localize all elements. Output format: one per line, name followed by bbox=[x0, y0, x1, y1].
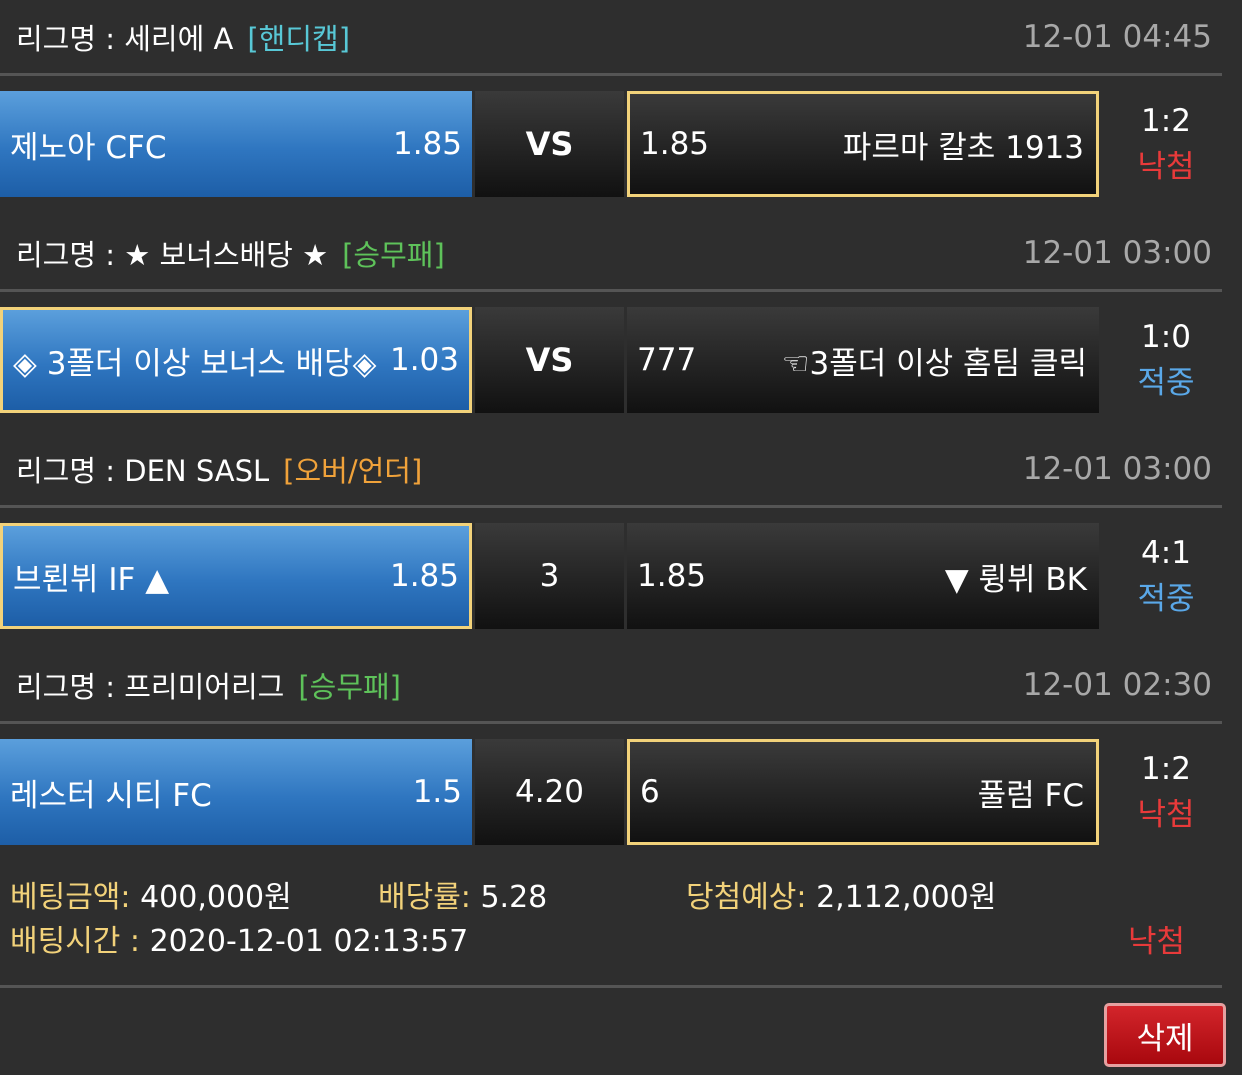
home-team-pick[interactable]: 레스터 시티 FC 1.5 bbox=[0, 739, 472, 845]
expected-win: 당첨예상: 2,112,000원 bbox=[686, 872, 996, 916]
home-odds: 1.03 bbox=[389, 342, 459, 378]
match-score: 1:0 bbox=[1141, 319, 1191, 355]
away-team-name: 풀럼 FC bbox=[977, 777, 1084, 814]
bet-time-label: 배팅시간 : bbox=[10, 924, 141, 959]
home-odds: 1.85 bbox=[392, 126, 462, 162]
league-name: 리그명 : DEN SASL bbox=[16, 453, 270, 488]
bet-amount-value: 400,000원 bbox=[140, 880, 292, 915]
home-team-pick[interactable]: 브뢴뷔 IF ▲ 1.85 bbox=[0, 523, 472, 629]
draw-pick[interactable]: 4.20 bbox=[475, 739, 624, 845]
home-odds: 1.85 bbox=[389, 558, 459, 594]
match-result: 1:0 적중 bbox=[1110, 307, 1222, 413]
match-result: 1:2 낙첨 bbox=[1110, 739, 1222, 845]
result-status: 낙첨 bbox=[1137, 149, 1195, 185]
match-result: 1:2 낙첨 bbox=[1110, 91, 1222, 197]
away-team-name: 파르마 칼초 1913 bbox=[842, 129, 1084, 166]
away-odds: 1.85 bbox=[637, 558, 707, 594]
away-team-name: ▼ 륑뷔 BK bbox=[944, 561, 1087, 598]
home-team-name: 브뢴뷔 IF ▲ bbox=[13, 561, 170, 598]
expected-label: 당첨예상: bbox=[686, 880, 807, 915]
league-header: 리그명 : ★ 보너스배당 ★ [승무패] 12-01 03:00 bbox=[0, 216, 1222, 292]
match-score: 1:2 bbox=[1141, 103, 1191, 139]
handicap-line: 3 bbox=[475, 523, 624, 629]
match-row: ◈ 3폴더 이상 보너스 배당◈ 1.03 VS 777 ☜3폴더 이상 홈팀 … bbox=[0, 307, 1222, 413]
away-team-name: ☜3폴더 이상 홈팀 클릭 bbox=[781, 345, 1087, 382]
match-result: 4:1 적중 bbox=[1110, 523, 1222, 629]
expected-value: 2,112,000원 bbox=[816, 880, 997, 915]
away-odds: 6 bbox=[640, 774, 660, 810]
odds-value: 5.28 bbox=[480, 880, 548, 915]
home-team-pick[interactable]: 제노아 CFC 1.85 bbox=[0, 91, 472, 197]
away-team-pick[interactable]: 777 ☜3폴더 이상 홈팀 클릭 bbox=[627, 307, 1099, 413]
bet-amount-label: 베팅금액: bbox=[10, 880, 131, 915]
match-time: 12-01 03:00 bbox=[1022, 234, 1212, 271]
away-odds: 777 bbox=[637, 342, 697, 378]
league-header: 리그명 : DEN SASL [오버/언더] 12-01 03:00 bbox=[0, 432, 1222, 508]
result-status: 적중 bbox=[1137, 581, 1195, 617]
match-score: 4:1 bbox=[1141, 535, 1191, 571]
bet-time-value: 2020-12-01 02:13:57 bbox=[149, 924, 469, 959]
bet-summary: 베팅금액: 400,000원 배당률: 5.28 당첨예상: 2,112,000… bbox=[0, 860, 1222, 988]
match-time: 12-01 02:30 bbox=[1022, 666, 1212, 703]
match-score: 1:2 bbox=[1141, 751, 1191, 787]
away-team-pick[interactable]: 1.85 파르마 칼초 1913 bbox=[627, 91, 1099, 197]
bet-type-tag: [승무패] bbox=[342, 237, 445, 272]
league-name: 리그명 : 세리에 A bbox=[16, 21, 234, 56]
home-odds: 1.5 bbox=[412, 774, 462, 810]
match-time: 12-01 04:45 bbox=[1022, 18, 1212, 55]
home-team-name: 제노아 CFC bbox=[10, 129, 167, 166]
away-team-pick[interactable]: 6 풀럼 FC bbox=[627, 739, 1099, 845]
match-row: 브뢴뷔 IF ▲ 1.85 3 1.85 ▼ 륑뷔 BK 4:1 적중 bbox=[0, 523, 1222, 629]
bet-type-tag: [핸디캡] bbox=[247, 21, 351, 56]
delete-button[interactable]: 삭제 bbox=[1104, 1003, 1226, 1067]
match-time: 12-01 03:00 bbox=[1022, 450, 1212, 487]
league-name: 리그명 : ★ 보너스배당 ★ bbox=[16, 237, 329, 272]
bet-type-tag: [승무패] bbox=[298, 669, 401, 704]
bet-time: 배팅시간 : 2020-12-01 02:13:57 bbox=[10, 916, 468, 960]
result-status: 적중 bbox=[1137, 365, 1195, 401]
league-header: 리그명 : 프리미어리그 [승무패] 12-01 02:30 bbox=[0, 648, 1222, 724]
bet-status: 낙첨 bbox=[1128, 924, 1186, 960]
bet-type-tag: [오버/언더] bbox=[283, 453, 423, 488]
odds-label: 배당률: bbox=[378, 880, 471, 915]
league-header: 리그명 : 세리에 A [핸디캡] 12-01 04:45 bbox=[0, 0, 1222, 76]
match-row: 제노아 CFC 1.85 VS 1.85 파르마 칼초 1913 1:2 낙첨 bbox=[0, 91, 1222, 197]
bet-amount: 베팅금액: 400,000원 bbox=[10, 872, 292, 916]
draw-pick[interactable]: VS bbox=[475, 91, 624, 197]
league-name: 리그명 : 프리미어리그 bbox=[16, 669, 285, 704]
away-team-pick[interactable]: 1.85 ▼ 륑뷔 BK bbox=[627, 523, 1099, 629]
draw-pick[interactable]: VS bbox=[475, 307, 624, 413]
result-status: 낙첨 bbox=[1137, 797, 1195, 833]
home-team-name: 레스터 시티 FC bbox=[10, 777, 212, 814]
away-odds: 1.85 bbox=[640, 126, 710, 162]
home-team-name: ◈ 3폴더 이상 보너스 배당◈ bbox=[13, 345, 377, 382]
home-team-pick[interactable]: ◈ 3폴더 이상 보너스 배당◈ 1.03 bbox=[0, 307, 472, 413]
match-row: 레스터 시티 FC 1.5 4.20 6 풀럼 FC 1:2 낙첨 bbox=[0, 739, 1222, 845]
total-odds: 배당률: 5.28 bbox=[378, 872, 547, 916]
